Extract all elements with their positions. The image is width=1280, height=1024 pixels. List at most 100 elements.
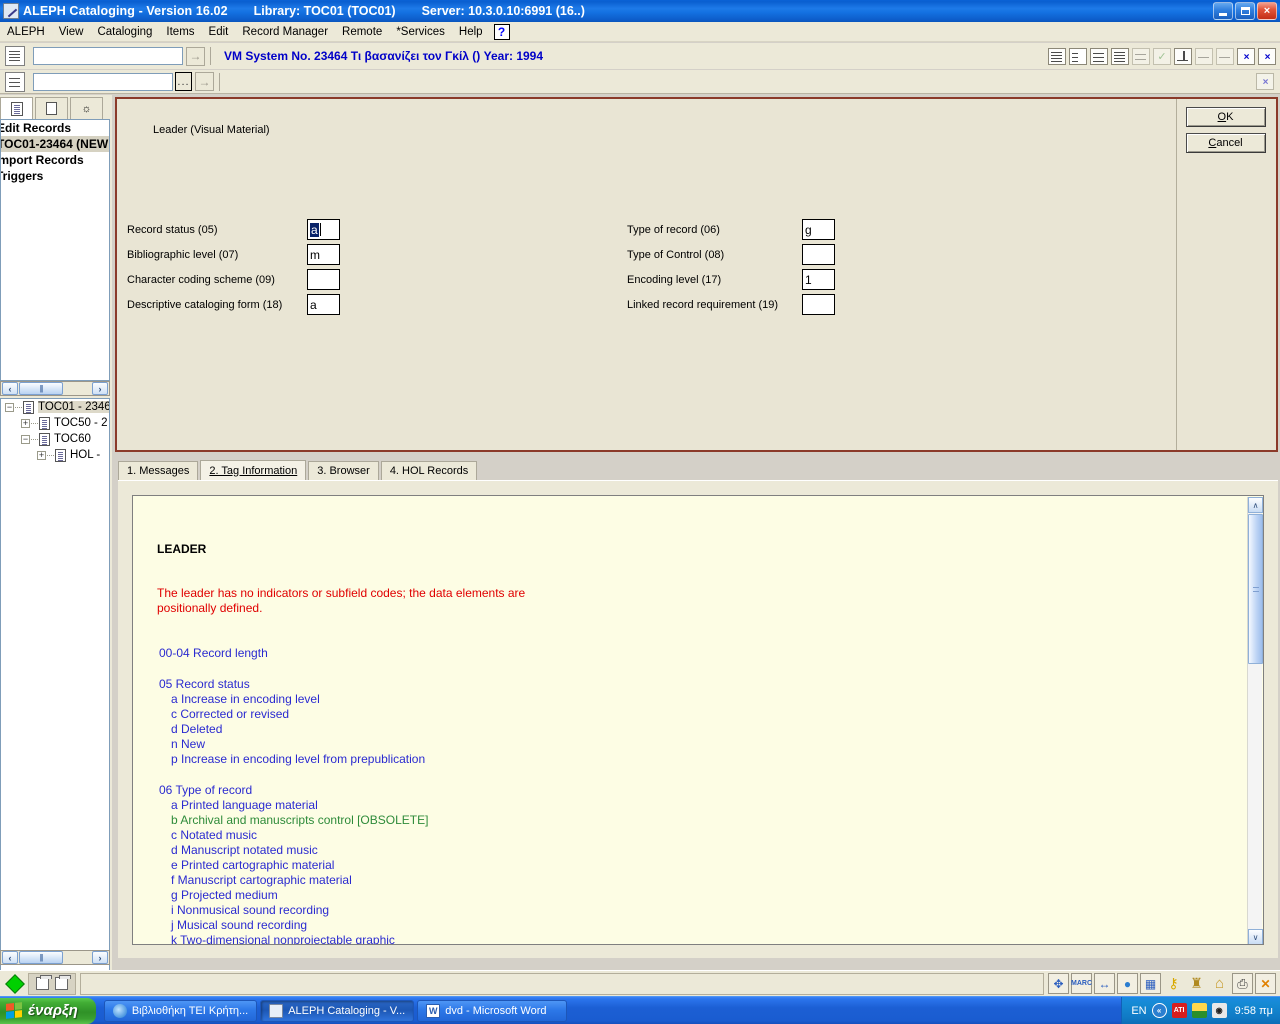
search-tab[interactable]: ☼ <box>70 97 103 119</box>
menu-item-view[interactable]: View <box>52 24 91 40</box>
tab-tag-information[interactable]: 2. Tag Information <box>200 460 307 480</box>
cataloging-tab[interactable] <box>0 97 33 119</box>
type-of-control-input[interactable] <box>802 244 835 265</box>
tree-scroll-left-button[interactable]: ‹ <box>2 951 18 964</box>
encoding-level-label: Encoding level (17) <box>627 273 722 286</box>
taskbar-item-word[interactable]: W dvd - Microsoft Word <box>417 999 568 1022</box>
browse-button[interactable]: ... <box>175 72 192 91</box>
menu-item-cataloging[interactable]: Cataloging <box>90 24 159 40</box>
tab-browser-label: 3. Browser <box>317 465 370 477</box>
taskbar-item-aleph[interactable]: ALEPH Cataloging - V... <box>260 999 415 1022</box>
tree-horizontal-scrollbar[interactable]: ‹ ||| › <box>0 950 110 965</box>
tree-scroll-right-button[interactable]: › <box>92 951 108 964</box>
globe-icon[interactable]: ● <box>1117 973 1138 994</box>
content-vertical-scrollbar[interactable]: ∧ ∨ <box>1247 497 1263 944</box>
cancel-button[interactable]: Cancel <box>1185 133 1266 153</box>
menu-item-items[interactable]: Items <box>159 24 201 40</box>
list-item[interactable]: TOC01-23464 (NEW <box>1 136 109 152</box>
bibliographic-level-input[interactable]: m <box>307 244 340 265</box>
menu-item-services[interactable]: *Services <box>389 24 452 40</box>
printer-icon[interactable]: ⎙ <box>1232 973 1253 994</box>
ati-icon[interactable]: ATI <box>1171 1003 1187 1018</box>
close-button[interactable]: × <box>1257 2 1277 20</box>
delete-record-icon[interactable]: × <box>1237 47 1255 65</box>
tab-hol-records[interactable]: 4. HOL Records <box>380 461 478 480</box>
tab-browser[interactable]: 3. Browser <box>308 461 379 480</box>
scroll-right-button[interactable]: › <box>92 382 108 395</box>
marc-icon[interactable]: MARC <box>1071 973 1092 994</box>
type-of-record-input[interactable]: g <box>802 219 835 240</box>
open-template-icon[interactable] <box>1090 47 1108 65</box>
eye-icon[interactable]: ◉ <box>1211 1003 1227 1018</box>
record-status-value: a <box>310 222 319 237</box>
character-coding-scheme-input[interactable] <box>307 269 340 290</box>
encoding-level-input[interactable]: 1 <box>802 269 835 290</box>
exit-icon[interactable]: ✕ <box>1255 973 1276 994</box>
linked-record-requirement-input[interactable] <box>802 294 835 315</box>
tree-expander[interactable]: − <box>5 402 14 412</box>
list-item[interactable]: Edit Records <box>1 120 109 136</box>
records-tab[interactable] <box>35 97 68 119</box>
menu-item-record-manager[interactable]: Record Manager <box>235 24 335 40</box>
list-item[interactable]: Triggers <box>1 168 109 184</box>
menu-item-aleph[interactable]: ALEPH <box>0 24 52 40</box>
library-icon[interactable]: ⌂ <box>1209 973 1230 994</box>
descriptive-cataloging-form-input[interactable]: a <box>307 294 340 315</box>
scroll-left-button[interactable]: ‹ <box>2 382 18 395</box>
left-panel-list[interactable]: Edit Records TOC01-23464 (NEW Import Rec… <box>0 119 110 381</box>
tree-node[interactable]: − TOC01 - 2346 <box>1 399 109 415</box>
navigate-icon[interactable]: ✥ <box>1048 973 1069 994</box>
cancel-mnemonic: C <box>1208 137 1217 149</box>
scroll-thumb[interactable]: ||| <box>19 382 63 395</box>
block-entry: p Increase in encoding level from prepub… <box>171 752 426 766</box>
form-title: Leader (Visual Material) <box>153 124 270 136</box>
tree-node[interactable]: + TOC50 - 2 <box>1 415 109 431</box>
tower-icon[interactable]: ♜ <box>1186 973 1207 994</box>
send-to-server-icon[interactable] <box>1174 47 1192 65</box>
go-arrow-button[interactable]: → <box>186 46 205 66</box>
minimize-button[interactable] <box>1213 2 1233 20</box>
block-entry: c Corrected or revised <box>171 707 290 721</box>
swap-icon[interactable]: ↔ <box>1094 973 1115 994</box>
title-bar: ALEPH Cataloging - Version 16.02 Library… <box>0 0 1280 22</box>
clock[interactable]: 9:58 πμ <box>1235 1005 1273 1017</box>
left-list-horizontal-scrollbar[interactable]: ‹ ||| › <box>0 381 110 396</box>
scroll-down-button[interactable]: ∨ <box>1248 929 1263 944</box>
list-item[interactable]: Import Records <box>1 152 109 168</box>
barcode-input[interactable] <box>33 72 173 91</box>
go-arrow-button-two[interactable]: → <box>195 72 214 91</box>
block-entry: k Two-dimensional nonprojectable graphic <box>171 933 395 945</box>
fix-record-icon[interactable] <box>1069 47 1087 65</box>
tree-expander[interactable]: − <box>21 434 30 444</box>
close-panel-icon[interactable]: × <box>1256 73 1274 90</box>
scroll-up-button[interactable]: ∧ <box>1248 497 1263 513</box>
show-hidden-icons-icon[interactable]: « <box>1151 1003 1167 1018</box>
tree-node[interactable]: + HOL - <box>1 447 109 463</box>
shield-icon[interactable] <box>1191 1003 1207 1018</box>
restore-button[interactable] <box>1235 2 1255 20</box>
menu-item-remote[interactable]: Remote <box>335 24 389 40</box>
key-icon[interactable]: ⚷ <box>1163 973 1184 994</box>
language-indicator[interactable]: EN <box>1131 1005 1146 1017</box>
taskbar-item-browser[interactable]: Βιβλιοθήκη ΤΕΙ Κρήτη... <box>103 999 258 1022</box>
content-scroll-thumb[interactable] <box>1248 514 1263 664</box>
record-status-input[interactable]: a <box>307 219 340 240</box>
record-number-input[interactable] <box>33 47 183 65</box>
menu-item-edit[interactable]: Edit <box>202 24 236 40</box>
tab-messages[interactable]: 1. Messages <box>118 461 199 480</box>
tag-information-panel: LEADER The leader has no indicators or s… <box>118 480 1278 958</box>
help-question-icon[interactable]: ? <box>493 23 510 40</box>
edit-record-icon[interactable] <box>1048 47 1066 65</box>
close-record-icon[interactable]: × <box>1258 47 1276 65</box>
tree-node[interactable]: − TOC60 <box>1 431 109 447</box>
tree-expander[interactable]: + <box>37 450 46 460</box>
grid-icon[interactable]: ▦ <box>1140 973 1161 994</box>
block-entry: d Deleted <box>171 722 223 736</box>
menu-item-help[interactable]: Help <box>452 24 490 40</box>
ok-button[interactable]: OK <box>1185 107 1266 127</box>
catalog-list-icon[interactable] <box>1111 47 1129 65</box>
tree-scroll-thumb[interactable]: ||| <box>19 951 63 964</box>
record-tree[interactable]: − TOC01 - 2346 + TOC50 - 2 − TOC60 + HOL… <box>0 398 110 1024</box>
tree-expander[interactable]: + <box>21 418 30 428</box>
start-button[interactable]: έναρξη <box>0 997 96 1024</box>
